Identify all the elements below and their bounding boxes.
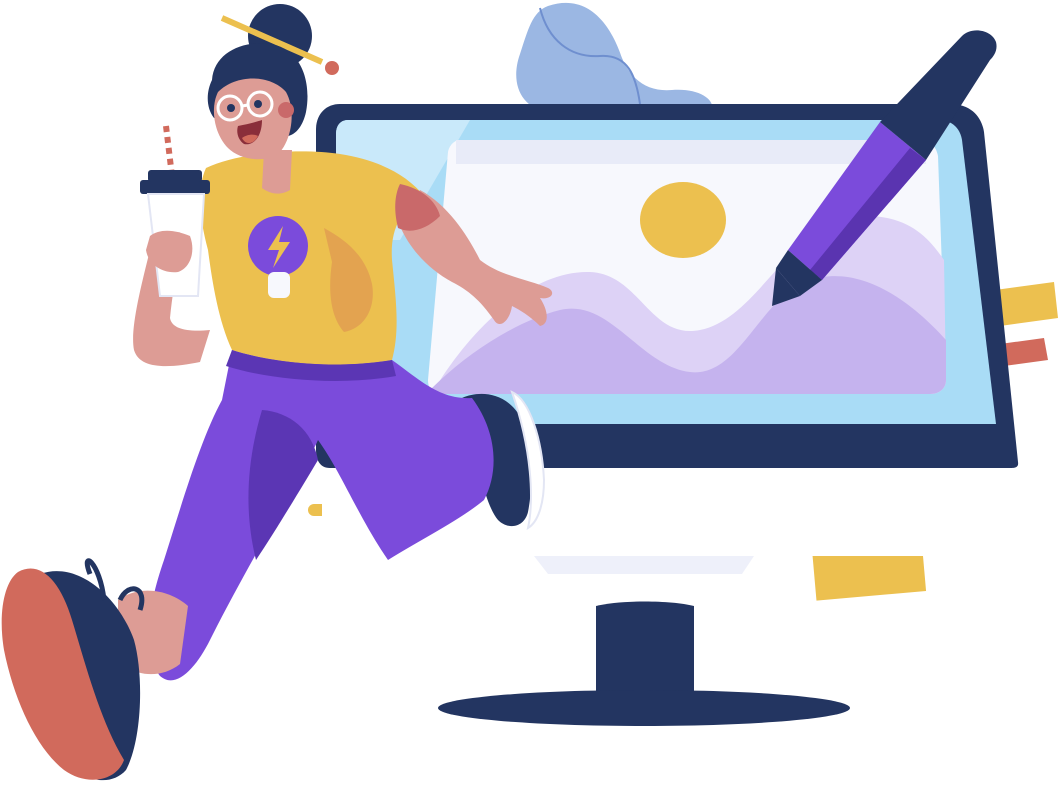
cup-lid-top [148,170,202,182]
shirt [200,151,424,365]
illustration-canvas [1,2,1058,781]
cup-straw [163,125,175,177]
ear [278,102,294,118]
monitor-base [438,690,850,726]
glasses-bridge [241,103,249,108]
yellow-stripe-right [995,282,1058,326]
monitor-neck [596,601,694,692]
cup-lid [140,180,210,194]
bulb-base [268,272,290,298]
chin-shadow [534,556,754,574]
right-eye [254,100,262,108]
left-eye [227,104,235,112]
sun-circle [640,182,726,258]
pencil-eraser [325,61,339,75]
